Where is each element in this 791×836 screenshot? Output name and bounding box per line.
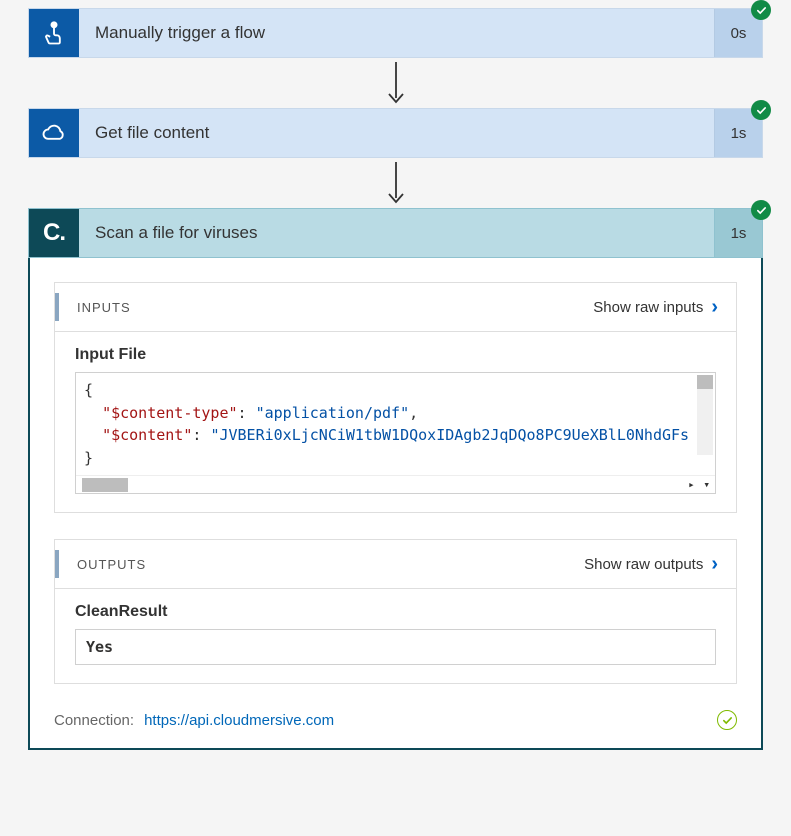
outputs-label: OUTPUTS xyxy=(77,557,584,572)
cloud-icon xyxy=(29,109,79,157)
success-badge xyxy=(751,0,771,20)
connection-row: Connection: https://api.cloudmersive.com xyxy=(54,710,737,730)
show-raw-inputs-button[interactable]: Show raw inputs › xyxy=(593,297,718,317)
connection-link[interactable]: https://api.cloudmersive.com xyxy=(144,712,334,729)
touch-icon xyxy=(29,9,79,57)
connection-ok-icon xyxy=(717,710,737,730)
outputs-section: OUTPUTS Show raw outputs › CleanResult Y… xyxy=(54,539,737,684)
input-file-code[interactable]: { "$content-type": "application/pdf", "$… xyxy=(75,372,716,494)
cleanresult-label: CleanResult xyxy=(75,603,716,621)
step-manually-trigger[interactable]: Manually trigger a flow 0s xyxy=(28,8,763,58)
success-badge xyxy=(751,100,771,120)
input-file-label: Input File xyxy=(75,346,716,364)
success-badge xyxy=(751,200,771,220)
show-raw-inputs-label: Show raw inputs xyxy=(593,299,703,316)
inputs-section: INPUTS Show raw inputs › Input File { "$… xyxy=(54,282,737,513)
show-raw-outputs-label: Show raw outputs xyxy=(584,556,703,573)
step-title: Manually trigger a flow xyxy=(79,9,714,57)
flow-arrow xyxy=(382,58,410,108)
step-get-file-content[interactable]: Get file content 1s xyxy=(28,108,763,158)
inputs-label: INPUTS xyxy=(77,300,593,315)
cloudmersive-icon: C. xyxy=(29,209,79,257)
horizontal-scrollbar[interactable]: ▸ ▾ xyxy=(76,475,715,493)
chevron-right-icon: › xyxy=(711,554,718,574)
step-body: INPUTS Show raw inputs › Input File { "$… xyxy=(28,258,763,750)
step-title: Get file content xyxy=(79,109,714,157)
chevron-right-icon: › xyxy=(711,297,718,317)
step-scan-file[interactable]: C. Scan a file for viruses 1s INPUTS Sho… xyxy=(28,208,763,750)
vertical-scrollbar[interactable] xyxy=(697,375,713,455)
flow-arrow xyxy=(382,158,410,208)
connection-label: Connection: xyxy=(54,712,134,729)
cleanresult-value: Yes xyxy=(75,629,716,665)
show-raw-outputs-button[interactable]: Show raw outputs › xyxy=(584,554,718,574)
step-title: Scan a file for viruses xyxy=(79,209,714,257)
